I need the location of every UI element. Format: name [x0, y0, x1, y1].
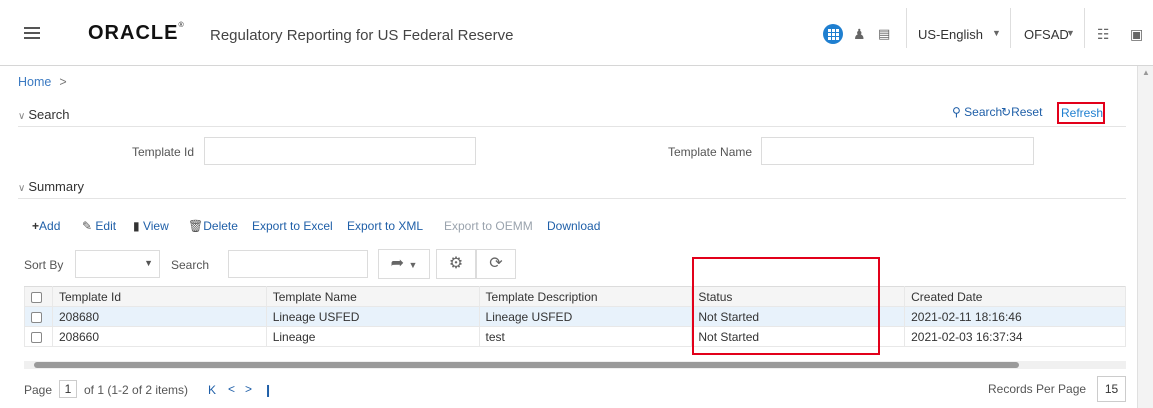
- column-header-template-description[interactable]: Template Description: [478, 286, 693, 307]
- template-name-label: Template Name: [668, 145, 753, 159]
- section-divider: [18, 198, 1126, 199]
- cell-template-id: 208680: [51, 306, 267, 327]
- first-page-icon[interactable]: K: [208, 383, 216, 397]
- row-checkbox[interactable]: [24, 326, 53, 347]
- reset-button[interactable]: ↻Reset: [1001, 105, 1042, 119]
- search-section-toggle[interactable]: ∨ Search: [18, 107, 70, 122]
- add-button[interactable]: +Add: [32, 219, 60, 233]
- column-header-created-date[interactable]: Created Date: [904, 286, 1126, 307]
- trash-icon: 🗑: [188, 219, 204, 233]
- document-icon[interactable]: ▤: [878, 26, 890, 42]
- settings-icon: ⚙: [448, 255, 464, 272]
- horizontal-scrollbar[interactable]: [24, 361, 1126, 369]
- chevron-down-icon[interactable]: ▼: [1066, 28, 1075, 38]
- templates-table: Template Id Template Name Template Descr…: [24, 286, 1126, 347]
- page-info: of 1 (1-2 of 2 items): [84, 383, 189, 397]
- hierarchy-icon[interactable]: ☷: [1097, 26, 1110, 43]
- logout-icon[interactable]: ▣: [1130, 26, 1143, 43]
- export-dropdown-button[interactable]: ➦ ▼: [378, 249, 430, 279]
- table-header-row: Template Id Template Name Template Descr…: [24, 286, 1126, 307]
- delete-button[interactable]: 🗑Delete: [188, 219, 238, 233]
- cell-template-id: 208660: [51, 326, 267, 347]
- table-row[interactable]: 208660 Lineage test Not Started 2021-02-…: [24, 326, 1126, 347]
- template-id-label: Template Id: [132, 145, 195, 159]
- header-divider: [1010, 8, 1011, 48]
- page-label: Page: [24, 383, 53, 397]
- view-icon: ▮: [133, 219, 140, 233]
- breadcrumb-home[interactable]: Home: [18, 75, 51, 89]
- scrollbar-thumb[interactable]: [34, 362, 1019, 368]
- export-oemm-button: Export to OEMM: [444, 219, 533, 233]
- row-checkbox[interactable]: [24, 306, 53, 327]
- section-divider: [18, 126, 1126, 127]
- search-icon: ⚲: [952, 105, 961, 119]
- vertical-scrollbar[interactable]: ▲: [1137, 66, 1153, 408]
- cell-template-name: Lineage: [265, 326, 480, 347]
- checkbox-icon: [31, 291, 42, 303]
- app-title: Regulatory Reporting for US Federal Rese…: [210, 27, 514, 44]
- edit-button[interactable]: ✎ Edit: [82, 219, 116, 233]
- plus-icon: +: [32, 219, 40, 233]
- reset-icon: ↻: [1001, 105, 1012, 119]
- view-button[interactable]: ▮ View: [133, 219, 169, 233]
- table-row[interactable]: 208680 Lineage USFED Lineage USFED Not S…: [24, 306, 1126, 327]
- breadcrumb-separator: >: [59, 75, 67, 89]
- chevron-down-icon: ▼: [144, 258, 153, 268]
- summary-section-toggle[interactable]: ∨ Summary: [18, 179, 84, 194]
- chevron-down-icon: ∨: [18, 111, 26, 122]
- cell-created-date: 2021-02-03 16:37:34: [904, 326, 1126, 347]
- download-button[interactable]: Download: [547, 219, 600, 233]
- chevron-down-icon: ∨: [18, 183, 26, 194]
- app-header: ORACLE® Regulatory Reporting for US Fede…: [0, 0, 1153, 66]
- column-header-template-name[interactable]: Template Name: [265, 286, 480, 307]
- sort-by-label: Sort By: [24, 258, 64, 272]
- share-icon: ➦: [390, 255, 405, 272]
- edit-icon: ✎: [82, 219, 93, 233]
- language-select[interactable]: US-English: [918, 27, 983, 42]
- checkbox-icon: [31, 311, 42, 323]
- table-search-input[interactable]: [228, 250, 368, 278]
- chevron-down-icon: ▼: [408, 260, 418, 270]
- export-excel-button[interactable]: Export to Excel: [252, 219, 333, 233]
- column-settings-button[interactable]: ⚙: [436, 249, 476, 279]
- search-button[interactable]: ⚲ Search: [952, 105, 1002, 119]
- previous-page-icon[interactable]: <: [228, 382, 235, 396]
- refresh-gear-icon: ⟳: [489, 255, 503, 272]
- records-per-page-label: Records Per Page: [988, 382, 1087, 396]
- cell-template-name: Lineage USFED: [265, 306, 480, 327]
- cell-created-date: 2021-02-11 18:16:46: [904, 306, 1126, 327]
- status-column-highlight: [692, 257, 880, 355]
- next-page-icon[interactable]: >: [245, 382, 252, 396]
- cell-template-description: test: [478, 326, 693, 347]
- user-admin-icon[interactable]: ♟: [853, 26, 866, 43]
- template-id-input[interactable]: [204, 137, 476, 165]
- refresh-button[interactable]: Refresh: [1057, 102, 1105, 124]
- checkbox-icon: [31, 331, 42, 343]
- template-name-input[interactable]: [761, 137, 1034, 165]
- select-all-checkbox[interactable]: [24, 286, 53, 307]
- refresh-settings-button[interactable]: ⟳: [476, 249, 516, 279]
- cell-template-description: Lineage USFED: [478, 306, 693, 327]
- chevron-down-icon[interactable]: ▼: [992, 28, 1001, 38]
- records-per-page-input[interactable]: 15: [1097, 376, 1126, 402]
- oracle-logo: ORACLE®: [88, 22, 185, 44]
- header-divider: [1084, 8, 1085, 48]
- header-divider: [906, 8, 907, 48]
- user-menu[interactable]: OFSAD: [1024, 27, 1069, 42]
- column-header-template-id[interactable]: Template Id: [51, 286, 267, 307]
- table-search-label: Search: [171, 258, 210, 272]
- last-page-icon[interactable]: ❙: [263, 383, 273, 397]
- apps-grid-icon[interactable]: [823, 24, 843, 44]
- breadcrumb: Home >: [18, 75, 67, 89]
- page-number-input[interactable]: 1: [59, 380, 77, 398]
- export-xml-button[interactable]: Export to XML: [347, 219, 423, 233]
- hamburger-icon[interactable]: [24, 27, 40, 39]
- sort-by-select[interactable]: ▼: [75, 250, 160, 278]
